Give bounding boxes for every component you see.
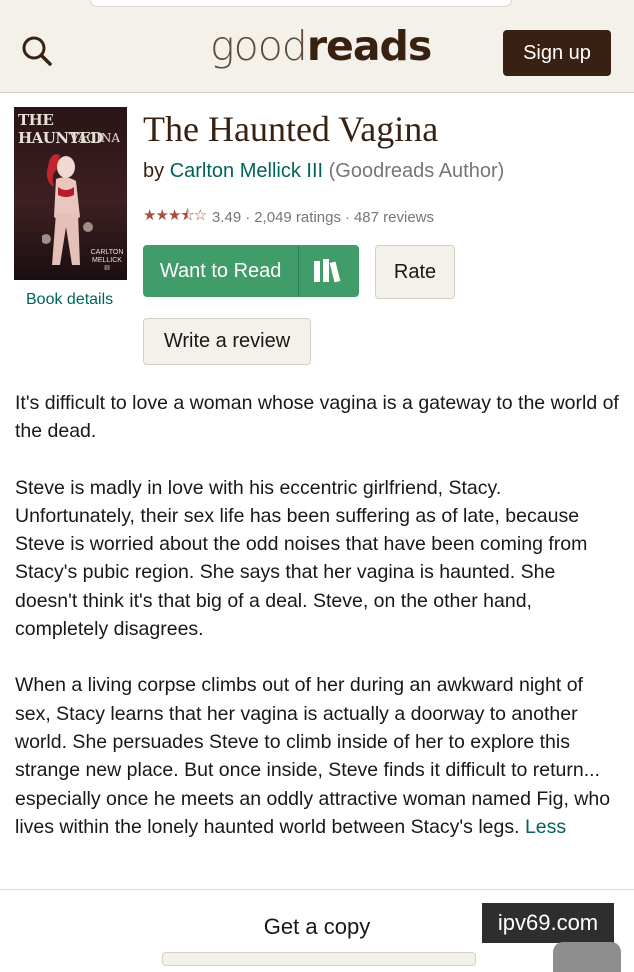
description-paragraph-3-text: When a living corpse climbs out of her d… — [15, 674, 611, 838]
rate-button[interactable]: Rate — [375, 245, 455, 299]
half-star: ⯪ — [180, 207, 194, 224]
store-button[interactable] — [162, 952, 476, 966]
description-paragraph-1: It's difficult to love a woman whose vag… — [15, 392, 619, 443]
logo-part-reads: reads — [306, 22, 432, 70]
write-review-button[interactable]: Write a review — [143, 318, 311, 365]
separator: · — [245, 209, 251, 226]
cover-title-line2: VAGINA — [70, 131, 121, 145]
star-rating-icon: ★★★⯪☆ — [143, 205, 207, 230]
less-link[interactable]: Less — [525, 816, 566, 838]
shelf-dropdown[interactable] — [299, 245, 359, 297]
section-divider — [0, 889, 634, 890]
byline: by Carlton Mellick III (Goodreads Author… — [143, 160, 504, 183]
sign-up-button[interactable]: Sign up — [503, 30, 611, 76]
ratings-count: 2,049 ratings — [254, 209, 341, 226]
want-to-read-label[interactable]: Want to Read — [143, 245, 300, 297]
scroll-to-top-button[interactable] — [553, 942, 621, 972]
book-title: The Haunted Vagina — [143, 109, 439, 149]
empty-star: ☆ — [193, 207, 207, 224]
want-to-read-button[interactable]: Want to Read — [143, 245, 359, 297]
full-stars: ★★★ — [143, 207, 181, 224]
reviews-count: 487 reviews — [353, 209, 434, 226]
book-description: It's difficult to love a woman whose vag… — [15, 389, 621, 869]
by-prefix: by — [143, 160, 165, 182]
book-cover[interactable]: THE HAUNTED VAGINA CARLTON MELLICK III — [14, 107, 127, 280]
author-link[interactable]: Carlton Mellick III — [170, 160, 323, 182]
book-details-link[interactable]: Book details — [26, 291, 113, 309]
top-bar: goodreads Sign up — [0, 0, 634, 93]
goodreads-logo[interactable]: goodreads — [210, 22, 432, 70]
browser-tab-edge — [90, 0, 512, 7]
description-paragraph-3: When a living corpse climbs out of her d… — [15, 671, 621, 841]
description-paragraph-2: Steve is madly in love with his eccentri… — [15, 476, 588, 641]
cover-illustration — [42, 154, 93, 265]
author-role: (Goodreads Author) — [328, 160, 505, 182]
bookshelf-icon — [314, 259, 341, 283]
cover-author: CARLTON MELLICK III — [90, 249, 124, 272]
search-icon[interactable] — [20, 34, 54, 68]
watermark: ipv69.com — [482, 903, 614, 943]
average-rating: 3.49 — [212, 209, 242, 226]
rating-summary: ★★★⯪☆ 3.49 · 2,049 ratings · 487 reviews — [143, 205, 434, 230]
separator: · — [344, 209, 350, 226]
logo-part-good: good — [210, 22, 308, 70]
